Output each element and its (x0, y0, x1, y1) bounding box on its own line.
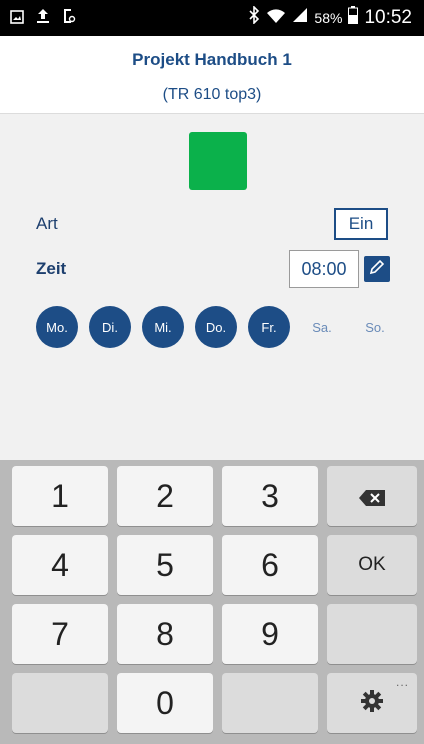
status-indicator (189, 132, 247, 190)
key-3[interactable]: 3 (222, 466, 318, 526)
ok-key[interactable]: OK (327, 535, 417, 595)
art-label: Art (36, 214, 58, 233)
screenshot-notification-icon (62, 8, 76, 28)
numeric-keyboard: 1 2 3 4 5 6 OK 7 8 9 0 ... (0, 460, 424, 744)
more-options-indicator: ... (395, 675, 409, 689)
pencil-icon (368, 258, 386, 280)
bluetooth-icon (248, 5, 260, 29)
zeit-label: Zeit (36, 259, 67, 278)
settings-key[interactable]: ... (327, 673, 417, 733)
key-0[interactable]: 0 (117, 673, 213, 733)
key-4[interactable]: 4 (12, 535, 108, 595)
signal-icon (292, 7, 308, 28)
empty-key (222, 673, 318, 733)
day-monday[interactable]: Mo. (36, 306, 78, 348)
key-8[interactable]: 8 (117, 604, 213, 664)
edit-time-button[interactable] (364, 256, 390, 282)
key-7[interactable]: 7 (12, 604, 108, 664)
time-input[interactable]: 08:00 (289, 250, 359, 288)
empty-key (327, 604, 417, 664)
key-1[interactable]: 1 (12, 466, 108, 526)
gear-icon (359, 685, 385, 722)
upload-notification-icon (36, 8, 50, 28)
backspace-key[interactable] (327, 466, 417, 526)
battery-percent: 58% (314, 9, 343, 26)
key-5[interactable]: 5 (117, 535, 213, 595)
key-9[interactable]: 9 (222, 604, 318, 664)
key-6[interactable]: 6 (222, 535, 318, 595)
image-notification-icon (10, 9, 24, 28)
day-sunday[interactable]: So. (354, 306, 396, 348)
status-bar: 58% 10:52 (0, 0, 424, 36)
wifi-icon (266, 6, 286, 29)
device-subtitle: (TR 610 top3) (162, 86, 262, 103)
app-header: Projekt Handbuch 1 (TR 610 top3) (0, 36, 424, 114)
day-thursday[interactable]: Do. (195, 306, 237, 348)
clock: 10:52 (364, 6, 412, 28)
key-2[interactable]: 2 (117, 466, 213, 526)
page-title: Projekt Handbuch 1 (132, 50, 292, 69)
battery-icon (348, 6, 359, 29)
day-tuesday[interactable]: Di. (89, 306, 131, 348)
day-friday[interactable]: Fr. (248, 306, 290, 348)
art-toggle-button[interactable]: Ein (334, 208, 388, 240)
day-wednesday[interactable]: Mi. (142, 306, 184, 348)
backspace-icon (358, 478, 386, 515)
day-saturday[interactable]: Sa. (301, 306, 343, 348)
empty-key (12, 673, 108, 733)
